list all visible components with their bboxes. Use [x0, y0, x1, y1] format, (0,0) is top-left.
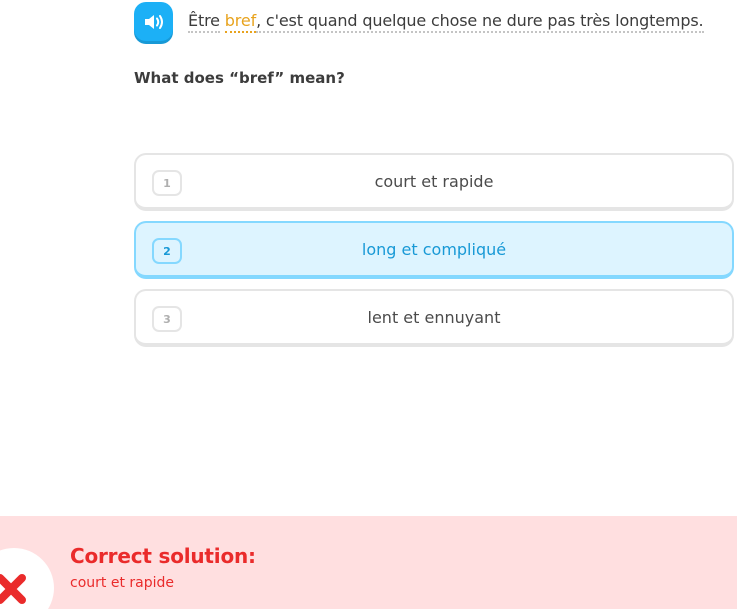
- sentence-keyword[interactable]: bref: [224, 11, 256, 33]
- correct-answer: court et rapide: [70, 575, 174, 591]
- lesson-page: Être bref, c'est quand quelque chose ne …: [0, 0, 737, 609]
- speaker-icon: [144, 14, 163, 29]
- play-audio-button[interactable]: [134, 2, 173, 41]
- question-text: What does “bref” mean?: [134, 69, 345, 87]
- feedback-banner: Correct solution: court et rapide: [0, 516, 737, 609]
- choice-label: lent et ennuyant: [367, 307, 501, 327]
- choice-option-1[interactable]: 1 court et rapide: [134, 153, 734, 211]
- choice-number: 3: [152, 306, 182, 332]
- choice-option-2[interactable]: 2 long et compliqué: [134, 221, 734, 279]
- choice-option-3[interactable]: 3 lent et ennuyant: [134, 289, 734, 347]
- choice-number: 2: [152, 238, 182, 264]
- choice-number: 1: [152, 170, 182, 196]
- choice-label: long et compliqué: [361, 239, 507, 259]
- feedback-title: Correct solution:: [70, 544, 256, 568]
- sentence-word[interactable]: Être: [188, 11, 220, 33]
- result-badge: [0, 548, 54, 609]
- x-icon: [0, 574, 26, 604]
- prompt-sentence: Être bref, c'est quand quelque chose ne …: [188, 11, 704, 33]
- sentence-rest[interactable]: , c'est quand quelque chose ne dure pas …: [256, 11, 704, 33]
- choice-label: court et rapide: [374, 171, 494, 191]
